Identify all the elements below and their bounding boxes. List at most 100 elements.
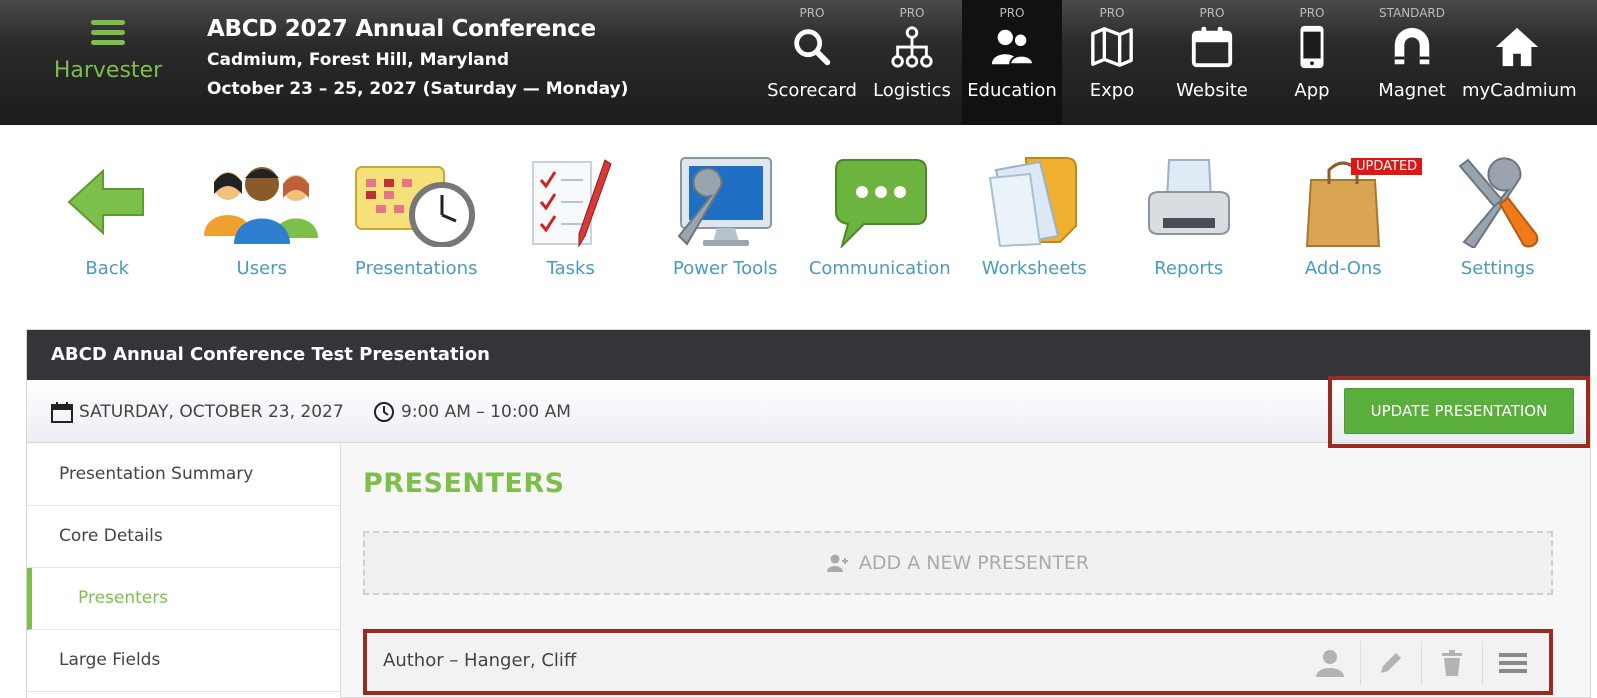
sidebar-item-presentation-summary[interactable]: Presentation Summary bbox=[27, 444, 340, 506]
calendar-clock-icon bbox=[339, 152, 494, 252]
presentation-panel: ABCD Annual Conference Test Presentation… bbox=[26, 329, 1591, 698]
add-presenter-label: ADD A NEW PRESENTER bbox=[858, 552, 1090, 574]
module-label: Education bbox=[967, 80, 1057, 101]
view-presenter-button[interactable] bbox=[1299, 641, 1360, 685]
event-dates: October 23 – 25, 2027 (Saturday — Monday… bbox=[207, 79, 629, 99]
brand-name: Harvester bbox=[53, 58, 163, 83]
module-label: Website bbox=[1176, 80, 1248, 101]
search-icon bbox=[762, 24, 862, 78]
clock-icon bbox=[374, 402, 394, 422]
toolbar-label: Power Tools bbox=[673, 258, 778, 279]
module-logistics[interactable]: PRO Logistics bbox=[862, 0, 962, 125]
map-icon bbox=[1062, 24, 1162, 78]
module-magnet[interactable]: STANDARD Magnet bbox=[1362, 0, 1462, 125]
module-education[interactable]: PRO Education bbox=[962, 0, 1062, 125]
printer-icon bbox=[1112, 152, 1267, 252]
toolbar-add-ons[interactable]: UPDATED Add-Ons bbox=[1266, 152, 1423, 292]
module-label: Expo bbox=[1089, 80, 1135, 101]
module-nav: PRO Scorecard PRO Logistics PRO Educatio… bbox=[762, 0, 1577, 125]
presentation-title: ABCD Annual Conference Test Presentation bbox=[27, 330, 1590, 380]
back-arrow-icon bbox=[30, 152, 185, 252]
toolbar-back[interactable]: Back bbox=[30, 152, 185, 292]
module-website[interactable]: PRO Website bbox=[1162, 0, 1262, 125]
module-label: Scorecard bbox=[767, 80, 857, 101]
presentation-sidebar: Presentation Summary Core Details Presen… bbox=[27, 444, 341, 698]
update-presentation-button[interactable]: UPDATE PRESENTATION bbox=[1344, 388, 1574, 434]
event-title: ABCD 2027 Annual Conference bbox=[207, 16, 596, 42]
checklist-icon bbox=[494, 152, 649, 252]
module-label: Logistics bbox=[873, 80, 951, 101]
module-mycadmium[interactable]: myCadmium bbox=[1462, 0, 1577, 125]
module-tier: STANDARD bbox=[1378, 6, 1446, 20]
toolbar-label: Add-Ons bbox=[1304, 258, 1382, 279]
tools-icon bbox=[1421, 152, 1576, 252]
add-user-icon bbox=[826, 554, 848, 572]
drag-handle-icon bbox=[1499, 653, 1527, 673]
module-tier: PRO bbox=[1199, 6, 1225, 20]
time-text: 9:00 AM – 10:00 AM bbox=[401, 402, 571, 422]
toolbar-settings[interactable]: Settings bbox=[1421, 152, 1576, 292]
toolbar-label: Worksheets bbox=[981, 258, 1087, 279]
update-highlight: UPDATE PRESENTATION bbox=[1328, 376, 1590, 448]
toolbar-reports[interactable]: Reports bbox=[1112, 152, 1267, 292]
module-tier bbox=[1462, 0, 1572, 24]
presenter-row: Author – Hanger, Cliff bbox=[363, 629, 1553, 695]
shopping-bag-icon: UPDATED bbox=[1266, 152, 1423, 252]
presentation-date: SATURDAY, OCTOBER 23, 2027 bbox=[51, 401, 344, 423]
brand[interactable]: Harvester bbox=[28, 14, 188, 83]
module-tier: PRO bbox=[899, 6, 925, 20]
magnet-icon bbox=[1362, 24, 1462, 78]
main-toolbar: Back Users Presentations Tasks Power Too… bbox=[30, 152, 1575, 292]
edit-presenter-button[interactable] bbox=[1360, 641, 1421, 685]
event-location: Cadmium, Forest Hill, Maryland bbox=[207, 50, 510, 70]
module-tier: PRO bbox=[799, 6, 825, 20]
home-icon bbox=[1462, 24, 1572, 78]
module-label: myCadmium bbox=[1462, 80, 1577, 101]
toolbar-tasks[interactable]: Tasks bbox=[494, 152, 649, 292]
people-icon bbox=[185, 152, 340, 252]
toolbar-label: Users bbox=[236, 258, 287, 279]
toolbar-users[interactable]: Users bbox=[185, 152, 340, 292]
module-label: App bbox=[1294, 80, 1330, 101]
module-label: Magnet bbox=[1378, 80, 1446, 101]
toolbar-label: Presentations bbox=[355, 258, 478, 279]
toolbar-label: Communication bbox=[808, 258, 951, 279]
toolbar-label: Back bbox=[85, 258, 130, 279]
presenter-actions bbox=[1299, 641, 1543, 685]
event-info: ABCD 2027 Annual Conference Cadmium, For… bbox=[207, 16, 628, 99]
user-icon bbox=[1315, 650, 1344, 677]
reorder-presenter-handle[interactable] bbox=[1482, 641, 1543, 685]
top-bar: Harvester ABCD 2027 Annual Conference Ca… bbox=[0, 0, 1597, 125]
module-tier: PRO bbox=[1099, 6, 1125, 20]
toolbar-worksheets[interactable]: Worksheets bbox=[957, 152, 1112, 292]
monitor-wrench-icon bbox=[648, 152, 803, 252]
hamburger-menu-icon[interactable] bbox=[91, 20, 125, 46]
date-text: SATURDAY, OCTOBER 23, 2027 bbox=[79, 402, 344, 422]
module-expo[interactable]: PRO Expo bbox=[1062, 0, 1162, 125]
module-app[interactable]: PRO App bbox=[1262, 0, 1362, 125]
toolbar-label: Reports bbox=[1154, 258, 1224, 279]
calendar-icon bbox=[1162, 24, 1262, 78]
chat-bubble-icon bbox=[803, 152, 958, 252]
pencil-icon bbox=[1381, 653, 1401, 673]
sidebar-item-presenters[interactable]: Presenters bbox=[27, 568, 340, 630]
presenters-content: PRESENTERS ADD A NEW PRESENTER Author – … bbox=[363, 444, 1553, 695]
add-presenter-button[interactable]: ADD A NEW PRESENTER bbox=[363, 531, 1553, 595]
delete-presenter-button[interactable] bbox=[1421, 641, 1482, 685]
updated-badge: UPDATED bbox=[1351, 158, 1423, 175]
phone-icon bbox=[1262, 24, 1362, 78]
toolbar-communication[interactable]: Communication bbox=[803, 152, 958, 292]
sidebar-item-core-details[interactable]: Core Details bbox=[27, 506, 340, 568]
toolbar-label: Settings bbox=[1460, 258, 1535, 279]
users-icon bbox=[962, 24, 1062, 78]
section-title: PRESENTERS bbox=[363, 468, 565, 499]
module-tier: PRO bbox=[1299, 6, 1325, 20]
toolbar-label: Tasks bbox=[546, 258, 595, 279]
hierarchy-icon bbox=[862, 24, 962, 78]
toolbar-presentations[interactable]: Presentations bbox=[339, 152, 494, 292]
module-scorecard[interactable]: PRO Scorecard bbox=[762, 0, 862, 125]
presenter-name: Author – Hanger, Cliff bbox=[383, 650, 577, 671]
toolbar-power-tools[interactable]: Power Tools bbox=[648, 152, 803, 292]
sidebar-item-large-fields[interactable]: Large Fields bbox=[27, 630, 340, 692]
folder-icon bbox=[957, 152, 1112, 252]
